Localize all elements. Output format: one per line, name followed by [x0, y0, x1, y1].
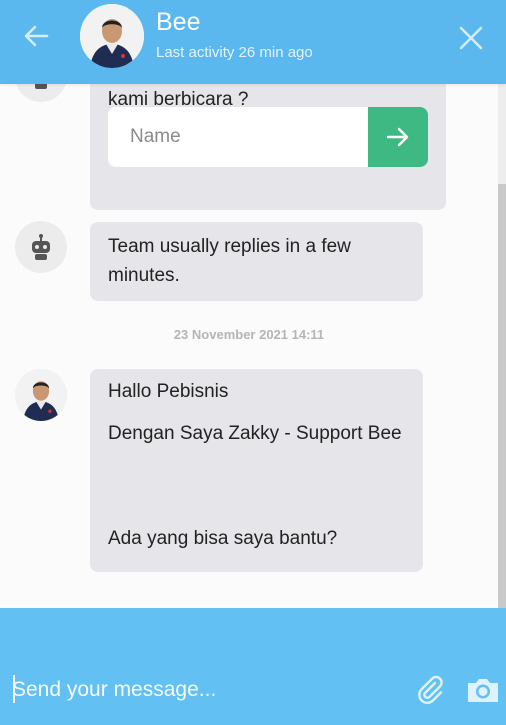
agent-avatar — [15, 369, 67, 421]
robot-icon — [35, 84, 47, 89]
arrow-right-icon — [386, 127, 409, 147]
back-button[interactable] — [20, 20, 52, 52]
agent-photo — [80, 4, 144, 68]
agent-message-question: Ada yang bisa saya bantu? — [108, 528, 338, 549]
agent-message-bubble: Hallo Pebisnis Dengan Saya Zakky - Suppo… — [90, 369, 423, 572]
text-cursor — [13, 675, 15, 703]
message-list[interactable]: kami berbicara ? Team usually replies in… — [0, 84, 498, 608]
message-input[interactable] — [12, 664, 402, 716]
reply-time-text: Team usually replies in a few minutes. — [108, 236, 351, 286]
attach-button[interactable] — [414, 674, 446, 706]
camera-button[interactable] — [465, 674, 501, 706]
agent-message-greeting: Hallo Pebisnis — [108, 381, 229, 402]
name-submit-button[interactable] — [368, 107, 428, 167]
agent-avatar — [80, 4, 144, 68]
chat-header: Bee Last activity 26 min ago — [0, 0, 506, 84]
agent-photo — [15, 369, 67, 421]
scrollbar-thumb[interactable] — [498, 184, 506, 608]
camera-icon — [468, 679, 498, 702]
close-icon — [459, 26, 483, 50]
bot-avatar — [15, 221, 67, 273]
bot-message-bubble: kami berbicara ? — [90, 84, 446, 210]
bot-message-bubble: Team usually replies in a few minutes. — [90, 222, 423, 301]
name-form — [108, 107, 428, 167]
last-activity-status: Last activity 26 min ago — [156, 44, 313, 61]
paperclip-icon — [418, 675, 443, 704]
agent-message-intro: Dengan Saya Zakky - Support Bee — [108, 423, 402, 444]
chat-title: Bee — [156, 8, 201, 36]
bot-avatar — [15, 84, 67, 102]
close-button[interactable] — [455, 22, 487, 54]
robot-icon — [32, 234, 50, 260]
back-arrow-icon — [24, 25, 49, 47]
date-separator: 23 November 2021 14:11 — [173, 327, 325, 342]
name-input[interactable] — [108, 107, 368, 167]
